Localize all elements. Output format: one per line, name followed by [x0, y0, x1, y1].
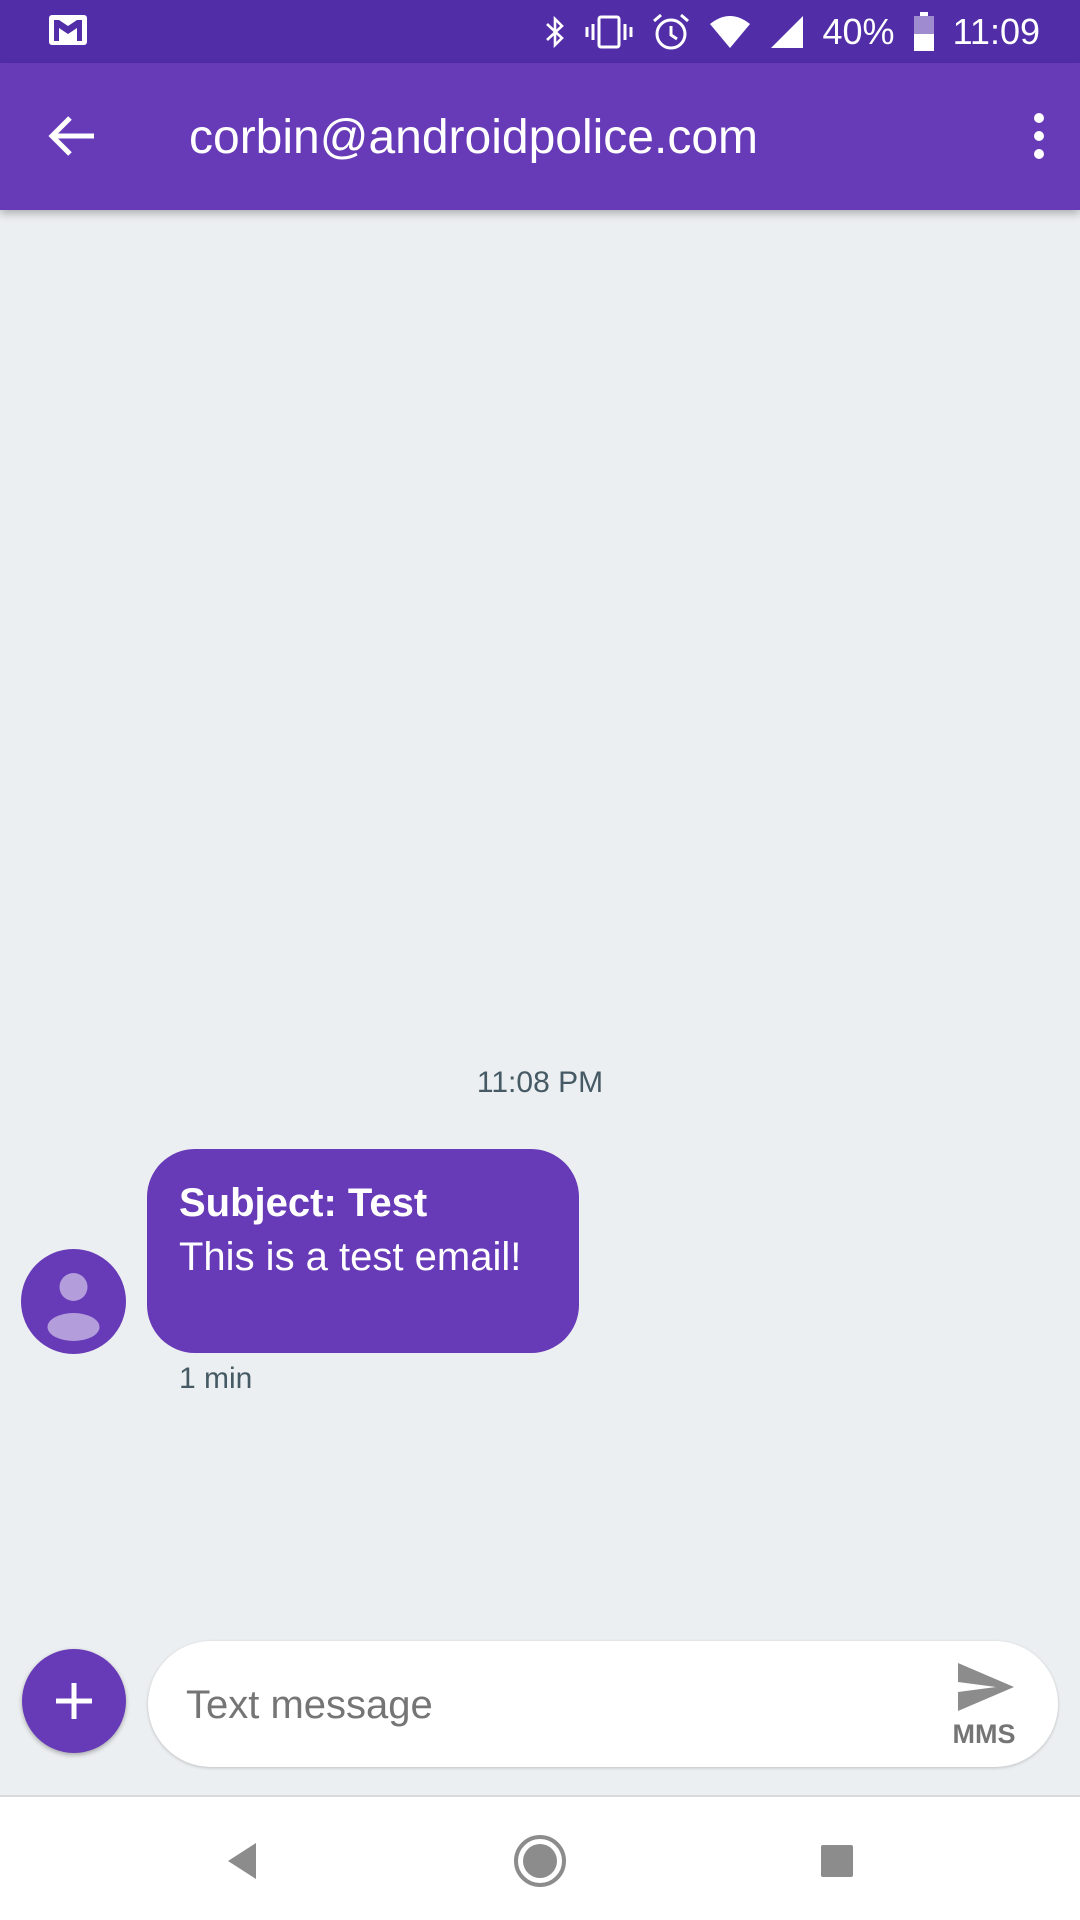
alarm-icon [652, 13, 689, 49]
nav-home-icon [514, 1835, 566, 1887]
contact-avatar[interactable] [21, 1249, 126, 1354]
person-icon [47, 1273, 100, 1341]
compose-bar: MMS [0, 1635, 1080, 1795]
nav-back-icon [228, 1843, 256, 1879]
send-button[interactable]: MMS [940, 1655, 1028, 1755]
nav-recents-button[interactable] [797, 1821, 877, 1901]
add-icon [56, 1683, 92, 1719]
message-input[interactable] [184, 1671, 868, 1739]
message-subject: Subject: Test [179, 1181, 428, 1225]
conversation-title: corbin@androidpolice.com [189, 111, 759, 164]
wifi-icon [709, 15, 750, 48]
battery-percent: 40% [822, 10, 895, 52]
message-body: This is a test email! [179, 1235, 522, 1279]
battery-icon [913, 11, 934, 51]
message-timestamp: 11:08 PM [476, 1066, 604, 1099]
navigation-bar [0, 1795, 1080, 1920]
back-arrow-icon[interactable] [48, 115, 96, 157]
nav-recents-icon [821, 1845, 853, 1877]
nav-back-button[interactable] [202, 1821, 282, 1901]
conversation-area[interactable] [0, 210, 1080, 1635]
vibrate-icon [585, 15, 633, 48]
status-time: 11:09 [952, 10, 1040, 52]
nav-home-button[interactable] [500, 1821, 580, 1901]
mms-label: MMS [952, 1719, 1016, 1749]
gmail-icon [49, 15, 87, 45]
bluetooth-icon [545, 15, 564, 48]
app-bar: corbin@androidpolice.com [0, 63, 1080, 210]
add-attachment-button[interactable] [22, 1649, 126, 1753]
message-bubble[interactable]: Subject: Test This is a test email! [147, 1149, 579, 1353]
message-time: 1 min [179, 1362, 253, 1395]
message-field: MMS [148, 1641, 1058, 1767]
status-icons: 40% 11:09 [543, 0, 1040, 63]
status-bar: 40% 11:09 [0, 0, 1080, 63]
more-vert-icon[interactable] [1024, 111, 1054, 161]
cell-signal-icon [770, 15, 803, 48]
send-icon [958, 1663, 1014, 1711]
